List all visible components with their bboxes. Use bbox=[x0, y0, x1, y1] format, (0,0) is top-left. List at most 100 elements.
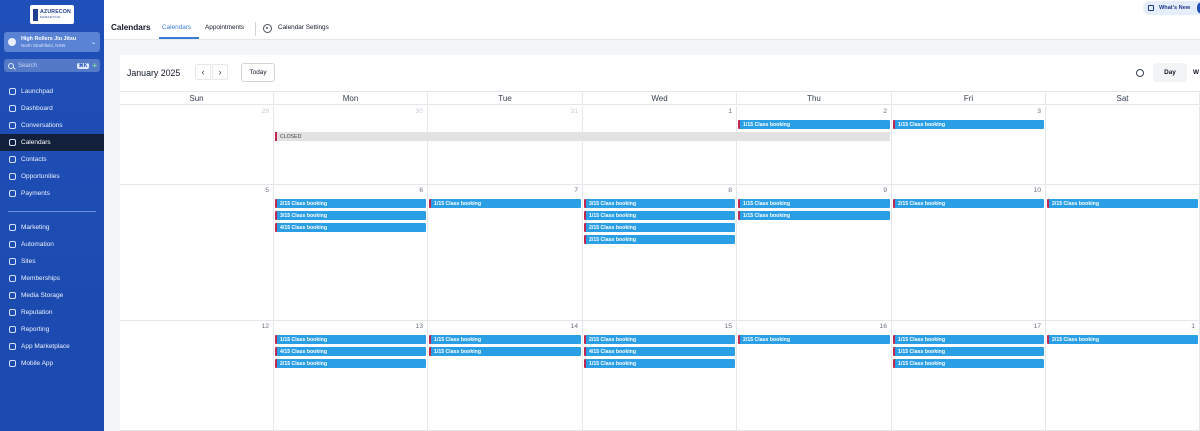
calendar-day-cell[interactable]: 16 2/15 Class booking bbox=[737, 321, 892, 431]
event-chip[interactable]: 1/15 Class booking bbox=[429, 347, 581, 356]
today-button[interactable]: Today bbox=[241, 63, 275, 82]
sidebar-secondary-nav: Marketing Automation Sites Memberships Media… bbox=[0, 219, 104, 372]
calendar-day-cell[interactable]: 14 1/15 Class booking 1/15 Class booking bbox=[428, 321, 583, 431]
event-chip[interactable]: 4/15 Class booking bbox=[275, 347, 426, 356]
event-chip[interactable]: 1/15 Class booking bbox=[893, 335, 1044, 344]
event-chip[interactable]: 1/15 Class booking bbox=[893, 359, 1044, 368]
prev-month-button[interactable]: ‹ bbox=[195, 64, 211, 80]
event-chip[interactable]: 2/15 Class booking bbox=[738, 335, 890, 344]
tab-separator bbox=[255, 22, 256, 36]
sidebar-item-contacts[interactable]: Contacts bbox=[0, 151, 104, 168]
calendar-day-cell[interactable]: 9 1/15 Class booking 1/15 Class booking bbox=[737, 185, 892, 321]
sidebar-item-media-storage[interactable]: Media Storage bbox=[0, 287, 104, 304]
event-chip[interactable]: 2/15 Class booking bbox=[584, 335, 735, 344]
calendar-day-cell[interactable]: 29 bbox=[120, 106, 274, 185]
day-number: 30 bbox=[415, 108, 423, 115]
day-number: 31 bbox=[570, 108, 578, 115]
calendar-day-cell[interactable] bbox=[1046, 106, 1200, 185]
calendar-day-cell[interactable]: 13 1/15 Class booking 4/15 Class booking 2/… bbox=[274, 321, 428, 431]
day-number: 17 bbox=[1033, 323, 1041, 330]
gear-icon[interactable] bbox=[263, 24, 272, 33]
lightbulb-icon[interactable] bbox=[1136, 69, 1144, 77]
search-shortcut: ⌘K bbox=[76, 62, 90, 69]
whats-new-button[interactable]: What's New bbox=[1143, 1, 1200, 15]
sidebar-item-label: Payments bbox=[21, 190, 50, 197]
sidebar-item-reputation[interactable]: Reputation bbox=[0, 304, 104, 321]
event-chip[interactable]: 2/15 Class booking bbox=[1047, 335, 1198, 344]
event-chip[interactable]: 1/15 Class booking bbox=[584, 211, 735, 220]
event-chip[interactable]: 1/15 Class booking bbox=[893, 120, 1044, 129]
sidebar-item-app-marketplace[interactable]: App Marketplace bbox=[0, 338, 104, 355]
event-chip[interactable]: 1/15 Class booking bbox=[738, 211, 890, 220]
sidebar-item-reporting[interactable]: Reporting bbox=[0, 321, 104, 338]
day-number: 16 bbox=[879, 323, 887, 330]
sidebar-item-memberships[interactable]: Memberships bbox=[0, 270, 104, 287]
event-chip[interactable]: 2/15 Class booking bbox=[1047, 199, 1198, 208]
next-month-button[interactable]: › bbox=[212, 64, 228, 80]
sidebar-item-payments[interactable]: Payments bbox=[0, 185, 104, 202]
chart-icon bbox=[9, 326, 16, 333]
event-chip[interactable]: 3/15 Class booking bbox=[584, 199, 735, 208]
sidebar-item-marketing[interactable]: Marketing bbox=[0, 219, 104, 236]
calendar-day-cell[interactable]: 6 2/15 Class booking 3/15 Class booking 4/1… bbox=[274, 185, 428, 321]
tab-calendar-settings[interactable]: Calendar Settings bbox=[278, 24, 329, 31]
event-chip[interactable]: 1/15 Class booking bbox=[738, 120, 890, 129]
quick-add-icon[interactable]: + bbox=[92, 61, 97, 70]
tab-calendars[interactable]: Calendars bbox=[162, 24, 191, 31]
calendar-day-cell[interactable]: 31 bbox=[428, 106, 583, 185]
calendar-day-cell[interactable]: 5 bbox=[120, 185, 274, 321]
sidebar-item-automation[interactable]: Automation bbox=[0, 236, 104, 253]
event-chip[interactable]: 3/15 Class booking bbox=[275, 211, 426, 220]
view-day-button[interactable]: Day bbox=[1153, 63, 1187, 82]
chevron-left-icon: ‹ bbox=[201, 67, 205, 77]
event-chip[interactable]: 2/15 Class booking bbox=[275, 359, 426, 368]
event-chip[interactable]: 4/15 Class booking bbox=[275, 223, 426, 232]
calendar-day-cell[interactable]: 1 2/15 Class booking bbox=[1046, 321, 1200, 431]
account-switcher[interactable]: High Rollers Jiu Jitsu North Strathfield… bbox=[4, 32, 100, 52]
calendar-day-cell[interactable]: 10 2/15 Class booking bbox=[892, 185, 1046, 321]
day-number: 9 bbox=[883, 187, 887, 194]
event-chip[interactable]: 2/15 Class booking bbox=[584, 235, 735, 244]
sidebar-item-label: Memberships bbox=[21, 275, 61, 282]
calendar-day-cell[interactable]: 1 bbox=[583, 106, 737, 185]
view-week-button[interactable]: W bbox=[1193, 63, 1199, 82]
event-chip[interactable]: 2/15 Class booking bbox=[275, 199, 426, 208]
event-chip[interactable]: 1/15 Class booking bbox=[429, 199, 581, 208]
event-chip[interactable]: 2/15 Class booking bbox=[584, 223, 735, 232]
company-logo[interactable]: AZURECON MARKETING bbox=[30, 5, 74, 24]
sidebar-item-conversations[interactable]: Conversations bbox=[0, 117, 104, 134]
chevron-right-icon: › bbox=[218, 67, 222, 77]
sidebar-item-dashboard[interactable]: Dashboard bbox=[0, 100, 104, 117]
sidebar-item-launchpad[interactable]: Launchpad bbox=[0, 83, 104, 100]
calendar-day-cell[interactable]: 3 1/15 Class booking bbox=[892, 106, 1046, 185]
logo-line2: MARKETING bbox=[40, 15, 61, 20]
closed-event-bar[interactable]: CLOSED bbox=[275, 132, 890, 141]
sidebar-divider bbox=[8, 211, 96, 212]
event-chip[interactable]: 1/15 Class booking bbox=[738, 199, 890, 208]
sidebar-item-sites[interactable]: Sites bbox=[0, 253, 104, 270]
tab-appointments[interactable]: Appointments bbox=[205, 24, 244, 31]
sidebar-item-label: Opportunities bbox=[21, 173, 60, 180]
event-chip[interactable]: 1/15 Class booking bbox=[893, 347, 1044, 356]
event-chip[interactable]: 1/15 Class booking bbox=[275, 335, 426, 344]
calendar-day-cell[interactable]: 2 1/15 Class booking bbox=[737, 106, 892, 185]
day-number: 2 bbox=[883, 108, 887, 115]
sidebar-item-calendars[interactable]: Calendars bbox=[0, 134, 104, 151]
calendar-day-cell[interactable]: 15 2/15 Class booking 4/15 Class booking 1/… bbox=[583, 321, 737, 431]
event-chip[interactable]: 2/15 Class booking bbox=[893, 199, 1044, 208]
event-chip[interactable]: 1/15 Class booking bbox=[429, 335, 581, 344]
calendar-day-cell[interactable]: 12 bbox=[120, 321, 274, 431]
calendar-day-cell[interactable]: 7 1/15 Class booking bbox=[428, 185, 583, 321]
calendar-day-cell[interactable]: 30 bbox=[274, 106, 428, 185]
day-number: 1 bbox=[728, 108, 732, 115]
calendar-day-cell[interactable]: 2/15 Class booking bbox=[1046, 185, 1200, 321]
search-input[interactable]: Search bbox=[18, 63, 77, 69]
weekday-header: Sun bbox=[120, 91, 274, 105]
sidebar-item-opportunities[interactable]: Opportunities bbox=[0, 168, 104, 185]
event-chip[interactable]: 4/15 Class booking bbox=[584, 347, 735, 356]
event-chip[interactable]: 1/15 Class booking bbox=[584, 359, 735, 368]
sidebar-search[interactable]: Search ⌘K + bbox=[4, 59, 100, 72]
calendar-day-cell[interactable]: 8 3/15 Class booking 1/15 Class booking 2/1… bbox=[583, 185, 737, 321]
sidebar-item-mobile-app[interactable]: Mobile App bbox=[0, 355, 104, 372]
calendar-day-cell[interactable]: 17 1/15 Class booking 1/15 Class booking 1/… bbox=[892, 321, 1046, 431]
